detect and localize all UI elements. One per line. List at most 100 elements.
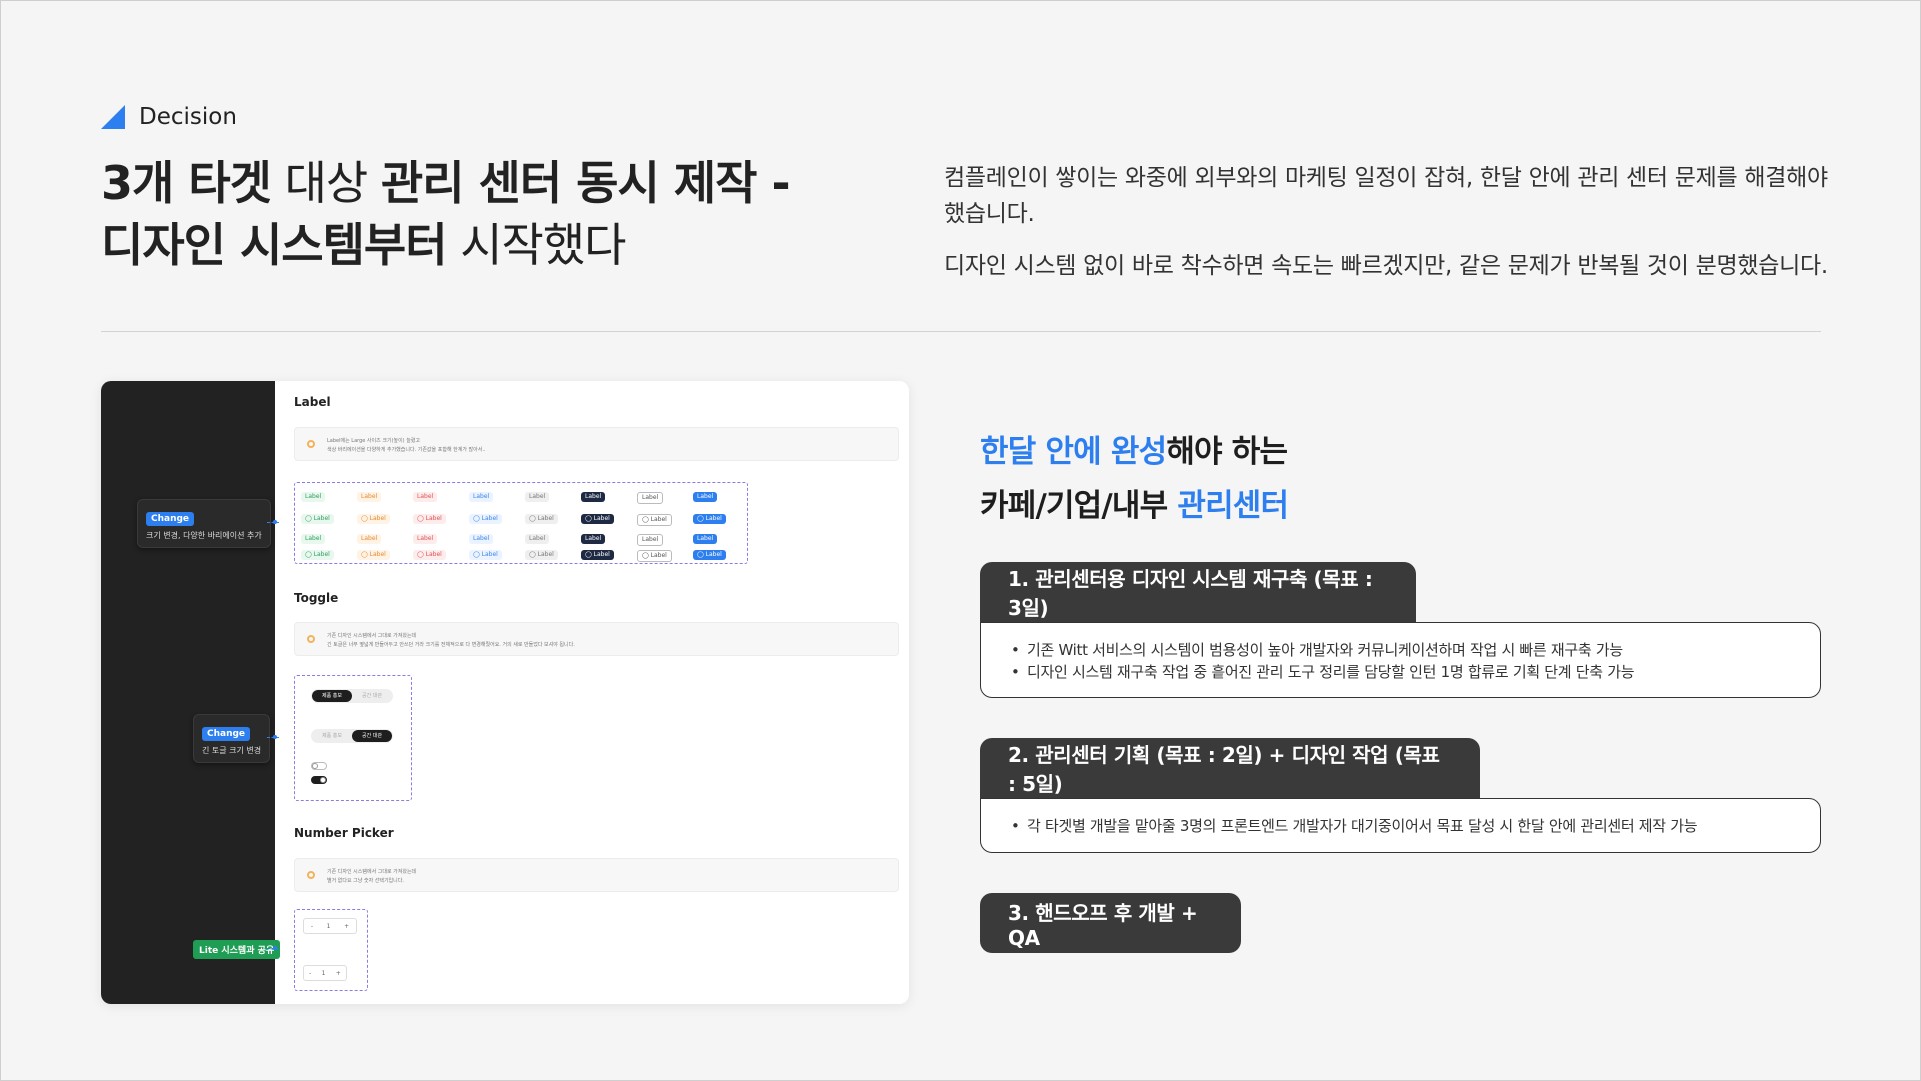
headline-highlight: 관리센터 [1177,488,1289,524]
section-label: Decision [139,104,237,130]
title-part: 대상 [270,156,381,210]
step-1-body: 기존 Witt 서비스의 시스템이 범용성이 높아 개발자와 커뮤니케이션하며 … [980,622,1821,698]
note-text: 긴 토글은 너무 옆넓게 만들어두고 안쓰던 거라 크기를 전체적으로 다 변경… [327,642,575,648]
label-chip: Label [357,492,382,502]
label-chip: ◯ Label [693,514,726,524]
long-toggle: 제품 홍보 공간 대관 [311,689,393,703]
connector-dot [273,735,277,739]
note-text: Label에는 Large 사이즈 크기(높이) 늘렸고 [327,438,421,444]
stepper-minus: - [309,969,312,977]
change-note: Change 크기 변경, 다양한 바리에이션 추가 [137,499,271,548]
label-chip: ◯ Label [413,514,446,524]
number-stepper: - 1 + [303,965,347,981]
description: 컴플레인이 쌓이는 와중에 외부와의 마케팅 일정이 잡혀, 한달 안에 관리 … [944,160,1844,284]
title-part: 디자인 시스템부터 [101,218,448,272]
label-chip: Label [413,492,438,502]
label-chip: ◯ Label [413,550,446,560]
change-chip: Change [146,512,195,526]
note-text: 기존 디자인 시스템에서 그대로 가져왔는데 [327,869,417,875]
description-paragraph: 디자인 시스템 없이 바로 착수하면 속도는 빠르겠지만, 같은 문제가 반복될… [944,253,1828,279]
note-text: 색상 바리에이션을 다양하게 추가했습니다. 기존값을 포함해 한계가 많아서.… [327,447,486,453]
connector-dot [273,946,277,950]
headline-highlight: 한달 안에 완성 [980,434,1167,470]
label-chip: ◯ Label [525,550,558,560]
design-system-mockup: Label Label에는 Large 사이즈 크기(높이) 늘렸고 색상 바리… [101,381,909,1004]
headline-part: 카페/기업/내부 [980,488,1178,524]
label-chip: ◯ Label [301,550,334,560]
label-chip: Label [693,492,718,502]
label-chip: Label [693,534,718,544]
step-1-header: 1. 관리센터용 디자인 시스템 재구축 (목표 : 3일) [980,562,1416,622]
label-chip: Label [525,534,550,544]
note-text: 기존 디자인 시스템에서 그대로 가져왔는데 [327,633,417,639]
label-chip: ◯ Label [581,514,614,524]
label-chip: Label [637,534,664,546]
mockup-canvas: Label Label에는 Large 사이즈 크기(높이) 늘렸고 색상 바리… [275,381,909,1004]
label-chip: ◯ Label [581,550,614,560]
toggle-off-segment: 제품 홍보 [322,733,342,739]
section-tag: Decision [101,104,237,130]
label-chip: ◯ Label [357,514,390,524]
connector-dot [273,520,277,524]
step-2-body: 각 타겟별 개발을 맡아줄 3명의 프론트엔드 개발자가 대기중이어서 목표 달… [980,798,1821,853]
step-bullet: 디자인 시스템 재구축 작업 중 흩어진 관리 도구 정리를 담당할 인턴 1명… [1011,661,1790,683]
sun-icon [307,871,315,879]
change-note: Change 긴 토글 크기 변경 [193,714,271,763]
triangle-icon [101,105,125,129]
note-text: 긴 토글 크기 변경 [202,746,262,755]
label-chip: ◯ Label [469,550,502,560]
switch-on [311,776,327,784]
title-part: 관리 센터 동시 제작 - [380,156,791,210]
label-chip: ◯ Label [525,514,558,524]
number-picker-section-title: Number Picker [294,826,394,840]
label-chip: ◯ Label [637,550,672,562]
number-picker-box: - 1 + - 1 + [294,909,368,991]
label-section-title: Label [294,395,331,409]
step-bullet: 기존 Witt 서비스의 시스템이 범용성이 높아 개발자와 커뮤니케이션하며 … [1011,639,1790,661]
label-variants-box: Label ◯ Label Label ◯ Label Label ◯ Label Labe… [294,482,748,564]
title-part: 시작했다 [446,218,626,272]
note-text: 크기 변경, 다양한 바리에이션 추가 [146,531,262,540]
label-note-box: Label에는 Large 사이즈 크기(높이) 늘렸고 색상 바리에이션을 다… [294,427,899,461]
toggle-on-segment: 공간 대관 [352,730,392,742]
label-chip: Label [469,492,494,502]
number-stepper: - 1 + [303,918,357,934]
description-paragraph: 컴플레인이 쌓이는 와중에 외부와의 마케팅 일정이 잡혀, 한달 안에 관리 … [944,165,1828,227]
label-chip: Label [301,492,326,502]
number-note-box: 기존 디자인 시스템에서 그대로 가져왔는데 별거 없다요 그냥 숫자 선택기입… [294,858,899,892]
label-chip: ◯ Label [693,550,726,560]
stepper-value: 1 [326,922,331,930]
title-part: 3개 타겟 [101,156,272,210]
toggle-variants-box: 제품 홍보 공간 대관 제품 홍보 공간 대관 [294,675,412,801]
sun-icon [307,635,315,643]
toggle-section-title: Toggle [294,591,339,605]
step-2-header: 2. 관리센터 기획 (목표 : 2일) + 디자인 작업 (목표 : 5일) [980,738,1480,798]
change-chip: Change [202,727,251,741]
toggle-note-box: 기존 디자인 시스템에서 그대로 가져왔는데 긴 토글은 너무 옆넓게 만들어두… [294,622,899,656]
toggle-on-segment: 제품 홍보 [312,690,352,702]
label-chip: ◯ Label [357,550,390,560]
stepper-plus: + [344,922,350,930]
sun-icon [307,440,315,448]
toggle-off-segment: 공간 대관 [362,693,382,699]
label-chip: Label [301,534,326,544]
stepper-value: 1 [321,969,326,977]
label-chip: Label [581,534,606,544]
label-chip: Label [469,534,494,544]
label-chip: ◯ Label [301,514,334,524]
mockup-sidebar [101,381,275,1004]
headline: 한달 안에 완성해야 하는 카페/기업/내부 관리센터 [980,425,1289,533]
note-text: 별거 없다요 그냥 숫자 선택기입니다. [327,878,404,884]
lite-share-chip: Lite 시스템과 공유 [193,940,281,959]
label-chip: Label [413,534,438,544]
label-chip: Label [637,492,664,504]
label-chip: ◯ Label [469,514,502,524]
label-chip: ◯ Label [637,514,672,526]
page-title: 3개 타겟 대상 관리 센터 동시 제작 - 디자인 시스템부터 시작했다 [101,152,861,276]
label-chip: Label [581,492,606,502]
step-bullet: 각 타겟별 개발을 맡아줄 3명의 프론트엔드 개발자가 대기중이어서 목표 달… [1011,815,1790,837]
step-3-header: 3. 핸드오프 후 개발 + QA [980,893,1241,953]
label-chip: Label [525,492,550,502]
divider [101,331,1821,332]
stepper-minus: - [310,922,313,930]
